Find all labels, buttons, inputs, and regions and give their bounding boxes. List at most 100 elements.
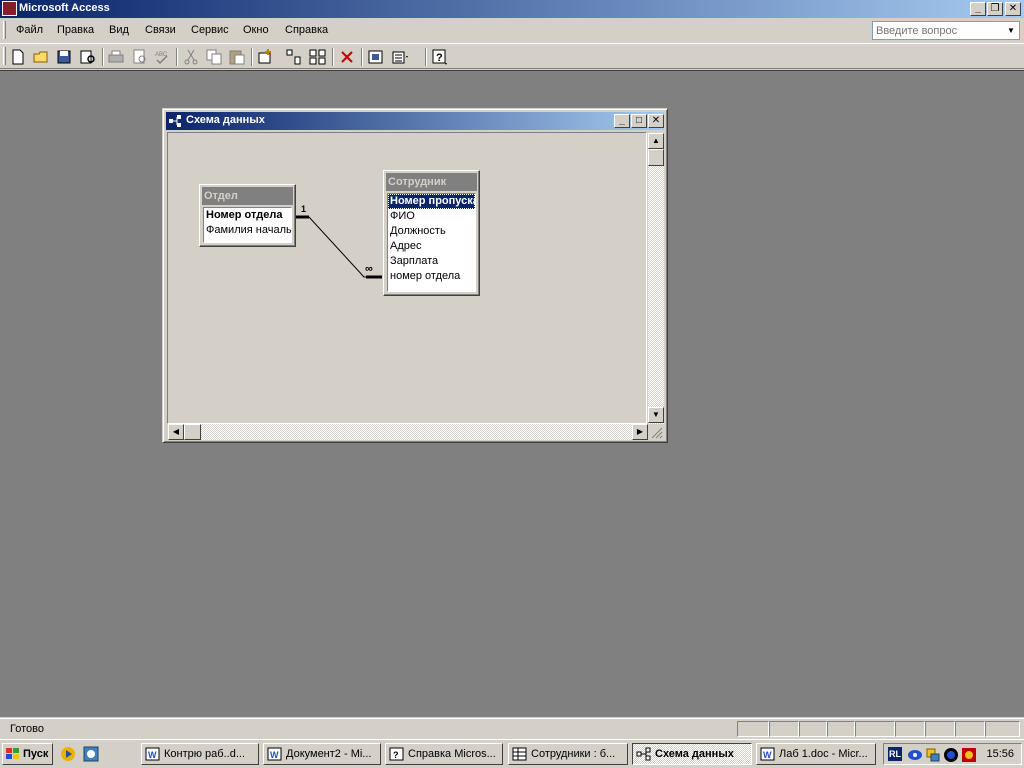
language-indicator[interactable]: RL [888,747,902,761]
status-panel [827,721,855,737]
table-otdel-title[interactable]: Отдел [202,187,293,205]
scroll-down-arrow-icon[interactable]: ▼ [648,407,664,423]
svg-text:?: ? [393,750,399,760]
relationships-window-title-bar[interactable]: Схема данных _ □ ✕ [166,112,664,130]
svg-text:W: W [148,750,157,760]
relationships-window-title: Схема данных [186,114,265,126]
new-icon[interactable] [8,47,28,67]
many-side-label: ∞ [365,263,373,275]
field-item[interactable]: Должность [388,224,475,239]
close-button[interactable]: ✕ [1005,2,1021,16]
menu-view[interactable]: Вид [109,24,129,36]
child-maximize-button[interactable]: □ [631,114,647,128]
field-item[interactable]: номер отдела [388,269,475,284]
toolbar-separator [361,48,363,66]
restore-button[interactable]: ❐ [987,2,1003,16]
network-icon[interactable] [925,747,941,763]
toolbar-separator [176,48,178,66]
help-icon[interactable]: ? [430,47,450,67]
scroll-up-arrow-icon[interactable]: ▲ [648,133,664,149]
status-panel [769,721,799,737]
menu-bar: Файл Правка Вид Связи Сервис Окно Справк… [0,18,1024,42]
toolbar: ABC ? [0,43,1024,69]
properties-icon[interactable] [390,47,410,67]
relationships-window[interactable]: Схема данных _ □ ✕ 1 ∞ Отдел Номер отдел… [162,108,668,443]
print-preview-icon[interactable] [78,47,98,67]
field-item[interactable]: Номер пропуска [388,194,475,209]
vertical-scroll-thumb[interactable] [648,149,664,166]
toolbar-grip[interactable] [3,47,6,65]
toolbar-separator [102,48,104,66]
child-minimize-button[interactable]: _ [614,114,630,128]
taskbar-item[interactable]: ? Справка Micros... [385,743,503,765]
toolbar-separator [425,48,427,66]
field-item[interactable]: ФИО [388,209,475,224]
status-panel [855,721,895,737]
field-item[interactable]: Зарплата [388,254,475,269]
delete-icon[interactable] [337,47,357,67]
start-button[interactable]: Пуск [2,743,53,765]
ask-question-input[interactable] [873,22,1001,39]
menu-tools[interactable]: Сервис [191,24,229,36]
show-table-icon[interactable] [256,47,276,67]
taskbar-item[interactable]: W Контрю раб..d... [141,743,259,765]
save-icon[interactable] [54,47,74,67]
status-bar: Готово [0,718,1024,738]
menu-file[interactable]: Файл [16,24,43,36]
chevron-down-icon[interactable]: ▼ [1004,23,1018,38]
table-sotrudnik[interactable]: Сотрудник Номер пропуска ФИО Должность А… [383,170,480,296]
menu-relationships[interactable]: Связи [145,24,176,36]
relationships-icon[interactable] [169,115,182,127]
spelling-icon[interactable]: ABC [152,47,172,67]
scroll-left-arrow-icon[interactable]: ◀ [168,424,184,440]
child-close-button[interactable]: ✕ [648,114,664,128]
one-side-label: 1 [301,204,307,214]
taskbar-item[interactable]: W Лаб 1.doc - Micr... [756,743,876,765]
desktop-icon[interactable] [83,746,99,762]
word-icon: W [760,747,775,761]
table-sotrudnik-title[interactable]: Сотрудник [386,173,477,191]
preview-icon[interactable] [130,47,150,67]
new-object-icon[interactable] [366,47,386,67]
taskbar-item[interactable]: W Документ2 - Mi... [263,743,381,765]
minimize-button[interactable]: _ [970,2,986,16]
status-panel [895,721,925,737]
field-item[interactable]: Номер отдела [204,208,291,223]
table-otdel[interactable]: Отдел Номер отдела Фамилия началь [199,184,296,247]
open-icon[interactable] [31,47,51,67]
app-title-bar[interactable]: Microsoft Access _ ❐ ✕ [0,0,1024,18]
cut-icon[interactable] [181,47,201,67]
menu-edit[interactable]: Правка [57,24,94,36]
menu-help[interactable]: Справка [285,24,328,36]
horizontal-scroll-thumb[interactable] [184,424,201,440]
relationships-canvas[interactable]: 1 ∞ Отдел Номер отдела Фамилия началь Со… [167,132,647,424]
print-icon[interactable] [106,47,126,67]
messenger-icon[interactable] [907,747,923,763]
taskbar-item-label: Схема данных [655,748,734,760]
app-tray-icon[interactable] [961,747,977,763]
table-icon [512,747,527,761]
scroll-right-arrow-icon[interactable]: ▶ [632,424,648,440]
show-all-icon[interactable] [308,47,328,67]
antivirus-icon[interactable] [943,747,959,763]
taskbar-item-active[interactable]: Схема данных [632,743,752,765]
ask-question-box[interactable]: ▼ [872,21,1020,40]
resize-grip-icon[interactable] [649,425,663,439]
table-otdel-field-list[interactable]: Номер отдела Фамилия началь [203,207,292,243]
vertical-scrollbar[interactable]: ▲ ▼ [648,133,664,424]
show-direct-icon[interactable] [284,47,304,67]
menubar-grip[interactable] [3,21,6,39]
field-item[interactable]: Фамилия началь [204,223,291,238]
menu-window[interactable]: Окно [243,24,269,36]
status-panel [985,721,1020,737]
table-sotrudnik-field-list[interactable]: Номер пропуска ФИО Должность Адрес Зарпл… [387,193,476,292]
horizontal-scrollbar[interactable]: ◀ ▶ [168,424,648,440]
paste-icon[interactable] [227,47,247,67]
field-item[interactable]: Адрес [388,239,475,254]
media-player-icon[interactable] [60,746,76,762]
taskbar-item[interactable]: Сотрудники : б... [508,743,628,765]
copy-icon[interactable] [204,47,224,67]
clock[interactable]: 15:56 [986,748,1014,760]
toolbar-separator [251,48,253,66]
access-app-icon[interactable] [2,1,17,16]
